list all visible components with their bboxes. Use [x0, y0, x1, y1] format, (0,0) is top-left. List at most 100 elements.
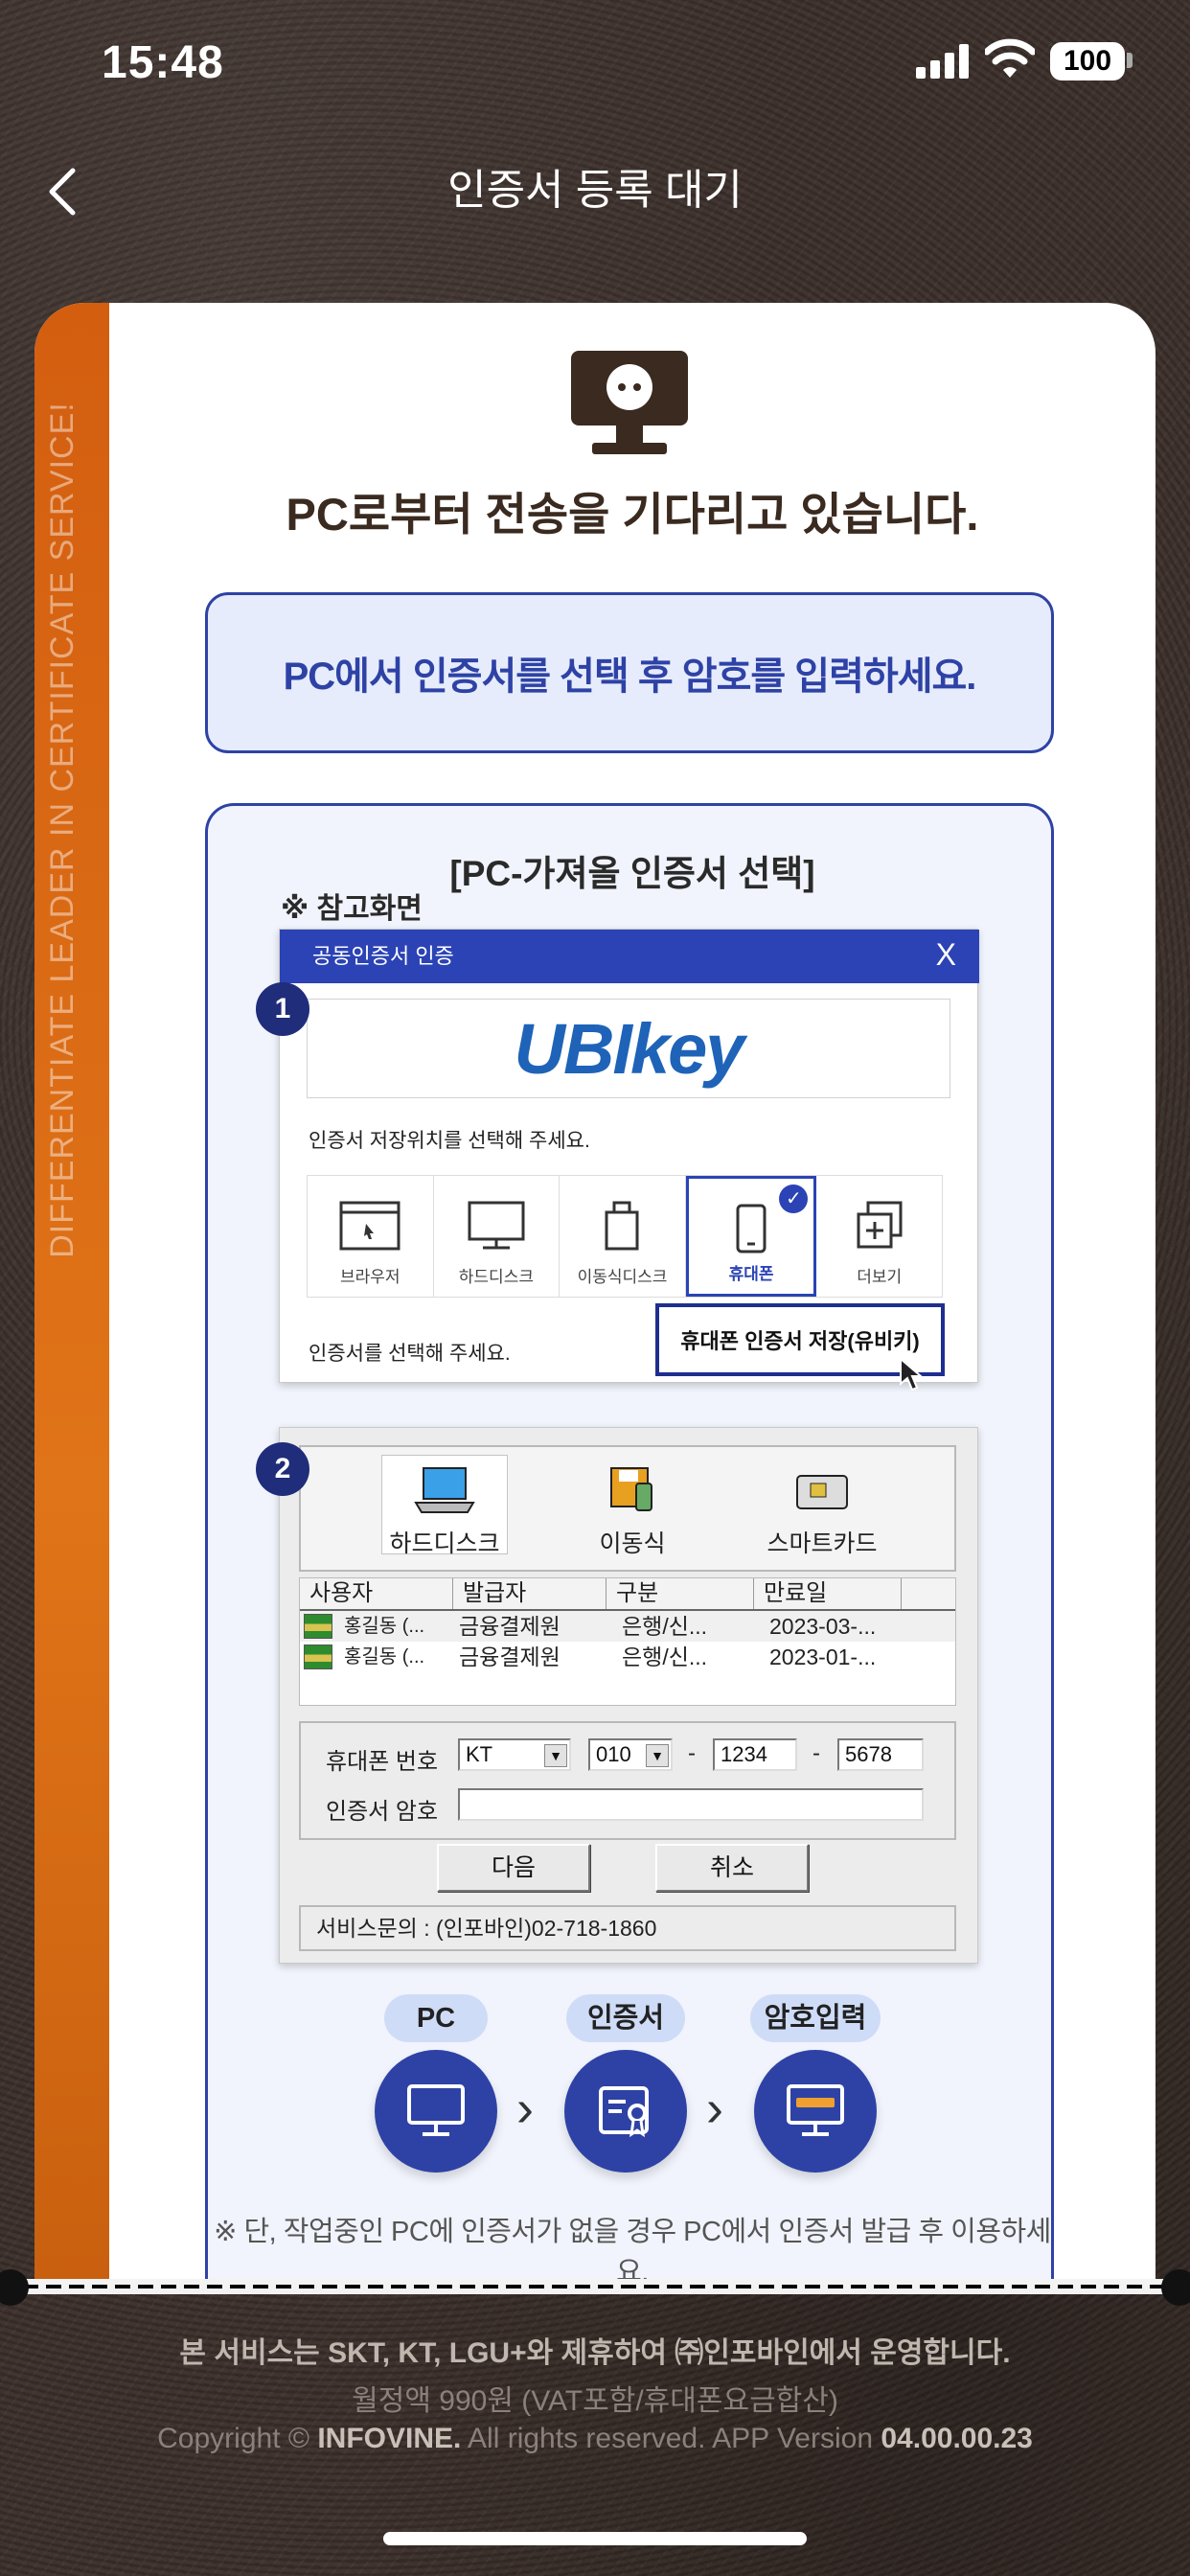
company-name: INFOVINE.: [317, 2423, 462, 2454]
carrier-value: KT: [466, 1742, 493, 1766]
flow-pc-circle: [375, 2050, 497, 2173]
logo-box: UBIkey: [307, 999, 950, 1098]
cell-user: 홍길동 (...: [344, 1616, 425, 1637]
service-contact: 서비스문의 : (인포바인)02-718-1860: [299, 1905, 956, 1951]
ubikey-logo: UBIkey: [514, 1008, 745, 1089]
last-number-field: 5678: [837, 1738, 924, 1771]
option-phone-selected: ✓ 휴대폰: [685, 1176, 817, 1297]
wifi-icon: [985, 38, 1035, 78]
main-card: DIFFERENTIATE LEADER IN CERTIFICATE SERV…: [34, 303, 1156, 2281]
option-browser: 브라우저: [308, 1176, 434, 1297]
table-row: 홍길동 (... 금융결제원 은행/신... 2023-01-...: [300, 1642, 955, 1672]
chevron-right-icon: ›: [516, 2080, 534, 2137]
table-row: 홍길동 (... 금융결제원 은행/신... 2023-03-...: [300, 1611, 955, 1642]
location-label: 인증서 저장위치를 선택해 주세요.: [309, 1130, 590, 1152]
cert-dialog-window: 공동인증서 인증 X UBIkey 인증서 저장위치를 선택해 주세요. 브라우…: [279, 929, 979, 1392]
media-label: 스마트카드: [767, 1530, 878, 1557]
check-icon: ✓: [779, 1184, 809, 1213]
dropdown-arrow-icon: ▼: [646, 1744, 669, 1767]
footnote: ※ 단, 작업중인 PC에 인증서가 없을 경우 PC에서 인증서 발급 후 이…: [214, 2217, 1051, 2281]
side-stripe: DIFFERENTIATE LEADER IN CERTIFICATE SERV…: [34, 303, 109, 2281]
flow-label-password: 암호입력: [750, 1994, 881, 2042]
cell-expiry: 2023-01-...: [769, 1644, 877, 1669]
close-icon: X: [935, 937, 956, 972]
battery-icon: 100: [1050, 42, 1125, 80]
rivet-left: [0, 2269, 29, 2306]
option-harddisk: 하드디스크: [434, 1176, 561, 1297]
dialog-title: 공동인증서 인증: [312, 944, 454, 968]
password-monitor-icon: [787, 2084, 844, 2136]
cancel-button: 취소: [655, 1844, 809, 1892]
mid-number-field: 1234: [713, 1738, 797, 1771]
more-icon: [857, 1201, 903, 1249]
dropdown-arrow-icon: ▼: [544, 1744, 567, 1767]
mouse-cursor-icon: [900, 1357, 924, 1392]
certificate-icon: [599, 2086, 649, 2138]
media-label: 이동식: [599, 1530, 666, 1557]
status-time: 15:48: [102, 37, 224, 88]
password-field: [458, 1788, 924, 1821]
dash: -: [812, 1740, 820, 1766]
flow-password-circle: [754, 2050, 877, 2173]
cell-user: 홍길동 (...: [344, 1646, 425, 1668]
floppy-icon: [610, 1467, 652, 1511]
cert-select-window: 하드디스크 이동식 스마트카드 사용자 발급자 구분 만료일 홍길동 (... …: [279, 1427, 978, 1964]
chevron-right-icon: ›: [706, 2080, 723, 2137]
cell-expiry: 2023-03-...: [769, 1614, 877, 1639]
cert-table: 사용자 발급자 구분 만료일 홍길동 (... 금융결제원 은행/신... 20…: [299, 1577, 956, 1706]
instruction-box: PC에서 인증서를 선택 후 암호를 입력하세요.: [205, 592, 1054, 753]
dash: -: [688, 1740, 696, 1766]
carrier-select: KT ▼: [458, 1738, 571, 1771]
prefix-select: 010 ▼: [588, 1738, 673, 1771]
column-header: 만료일: [754, 1578, 902, 1609]
pc-icon: [407, 2084, 465, 2136]
option-label: 브라우저: [340, 1268, 400, 1286]
rivet-right: [1161, 2269, 1190, 2306]
cell-issuer: 금융결제원: [459, 1614, 561, 1639]
page-title: 인증서 등록 대기: [447, 167, 743, 214]
laptop-icon: [414, 1467, 475, 1513]
option-removable: 이동식디스크: [560, 1176, 686, 1297]
storage-options: 브라우저 하드디스크 이동식디스크 ✓ 휴대폰 더보기: [307, 1175, 943, 1298]
next-button: 다음: [437, 1844, 590, 1892]
stitch-line: [0, 2285, 1190, 2288]
cell-issuer: 금융결제원: [459, 1644, 561, 1669]
reference-panel: [PC-가져올 인증서 선택] ※ 참고화면 공동인증서 인증 X UBIkey…: [205, 803, 1054, 2281]
app-version: 04.00.00.23: [881, 2423, 1033, 2454]
browser-icon: [339, 1201, 400, 1251]
cell-type: 은행/신...: [622, 1644, 708, 1669]
service-info: 본 서비스는 SKT, KT, LGU+와 제휴하여 ㈜인포바인에서 운영합니다…: [179, 2337, 1011, 2369]
battery-tip: [1127, 53, 1133, 68]
column-header: 사용자: [300, 1578, 453, 1609]
media-label: 하드디스크: [389, 1530, 500, 1557]
waiting-headline: PC로부터 전송을 기다리고 있습니다.: [286, 489, 979, 540]
price-info: 월정액 990원 (VAT포함/휴대폰요금합산): [352, 2385, 838, 2417]
waiting-monitor-icon: [571, 351, 688, 454]
media-removable: 이동식: [565, 1466, 699, 1559]
stripe-slogan: DIFFERENTIATE LEADER IN CERTIFICATE SERV…: [44, 402, 80, 1258]
table-header: 사용자 발급자 구분 만료일: [300, 1578, 955, 1611]
copyright: Copyright © INFOVINE. All rights reserve…: [0, 2423, 1190, 2455]
certificate-icon: [304, 1644, 332, 1669]
step-1-badge: 1: [256, 982, 309, 1036]
usb-drive-icon: [605, 1201, 639, 1251]
select-label: 인증서를 선택해 주세요.: [309, 1343, 511, 1365]
cellular-signal-icon: [916, 44, 969, 79]
home-indicator[interactable]: [383, 2532, 807, 2545]
dialog-title-bar: 공동인증서 인증: [280, 930, 979, 983]
rights-text: All rights reserved. APP Version: [468, 2423, 874, 2454]
phone-label: 휴대폰 번호: [326, 1749, 439, 1775]
prefix-value: 010: [596, 1742, 631, 1766]
option-more: 더보기: [816, 1176, 942, 1297]
phone-form: 휴대폰 번호 KT ▼ 010 ▼ - 1234 - 5678 인증서 암호: [299, 1721, 956, 1840]
column-header: 구분: [606, 1578, 754, 1609]
option-label: 이동식디스크: [577, 1268, 668, 1286]
step-2-badge: 2: [256, 1442, 309, 1496]
smartcard-icon: [796, 1475, 848, 1509]
media-harddisk: 하드디스크: [378, 1466, 512, 1559]
option-label: 하드디스크: [458, 1268, 534, 1286]
phone-icon: [736, 1204, 767, 1254]
column-header: 발급자: [453, 1578, 606, 1609]
option-label: 더보기: [857, 1268, 903, 1286]
certificate-icon: [304, 1614, 332, 1639]
